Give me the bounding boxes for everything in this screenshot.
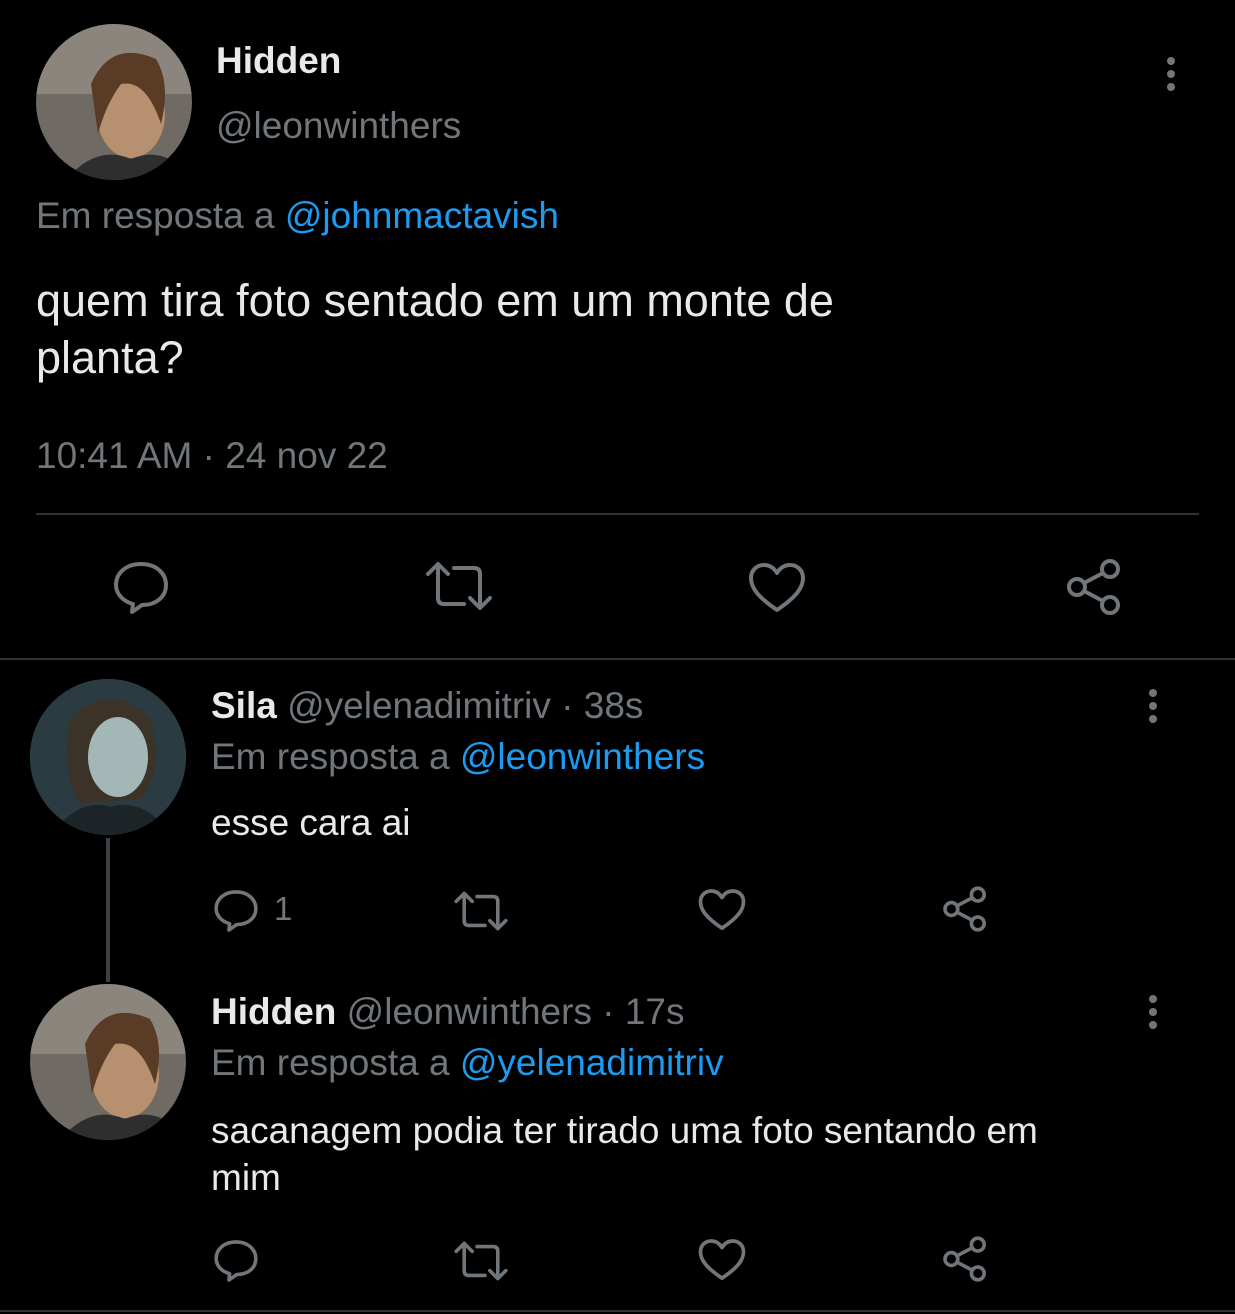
reply-icon[interactable] [112,560,170,616]
tweet-text-line: sacanagem podia ter tirado uma foto sent… [211,1110,1038,1151]
section-divider [0,658,1235,660]
avatar-hidden[interactable] [36,24,192,180]
display-name[interactable]: Hidden [211,991,336,1032]
retweet-icon[interactable] [453,890,509,932]
avatar-sila[interactable] [30,679,186,835]
like-icon[interactable] [748,562,806,614]
reply-count: 1 [274,890,293,927]
reply-prefix: Em resposta a [211,736,450,777]
separator: · [202,435,215,476]
reply-context: Em resposta a @yelenadimitriv [211,1042,724,1084]
time: 10:41 AM [36,435,193,476]
thread-line [106,838,110,982]
like-icon[interactable] [698,888,746,932]
share-icon[interactable] [1064,558,1124,616]
reply-context: Em resposta a @leonwinthers [211,736,705,778]
share-icon[interactable] [941,885,989,933]
display-name[interactable]: Sila [211,685,277,726]
bottom-divider [0,1310,1235,1312]
handle[interactable]: @leonwinthers [216,105,461,147]
reply-icon[interactable] [213,888,259,934]
age[interactable]: · 17s [602,991,684,1032]
handle[interactable]: @yelenadimitriv [287,685,551,726]
avatar-hidden[interactable] [30,984,186,1140]
tweet-text-line: mim [211,1157,281,1198]
reply-to-link[interactable]: @johnmactavish [285,195,559,236]
tweet-text: esse cara ai [211,802,411,843]
reply-prefix: Em resposta a [36,195,275,236]
reply-to-link[interactable]: @leonwinthers [460,736,705,777]
like-icon[interactable] [698,1238,746,1282]
reply-to-link[interactable]: @yelenadimitriv [460,1042,724,1083]
reply-prefix: Em resposta a [211,1042,450,1083]
tweet-text: sacanagem podia ter tirado uma foto sent… [211,1107,1038,1201]
handle[interactable]: @leonwinthers [347,991,592,1032]
share-icon[interactable] [941,1235,989,1283]
tweet-text: quem tira foto sentado em um monte de pl… [36,272,834,386]
tweet-text-line: planta? [36,332,184,383]
reply-header: Hidden @leonwinthers · 17s [211,991,685,1033]
display-name[interactable]: Hidden [216,40,341,82]
more-icon[interactable] [1145,689,1161,728]
reply-header: Sila @yelenadimitriv · 38s [211,685,643,727]
timestamp[interactable]: 10:41 AM · 24 nov 22 [36,435,388,477]
age[interactable]: · 38s [561,685,643,726]
more-icon[interactable] [1163,57,1179,96]
retweet-icon[interactable] [453,1240,509,1282]
divider [36,513,1199,515]
tweet-text-line: quem tira foto sentado em um monte de [36,275,834,326]
reply-icon[interactable] [213,1238,259,1284]
retweet-icon[interactable] [424,560,494,612]
date: 24 nov 22 [225,435,388,476]
more-icon[interactable] [1145,995,1161,1034]
reply-context: Em resposta a @johnmactavish [36,195,559,237]
